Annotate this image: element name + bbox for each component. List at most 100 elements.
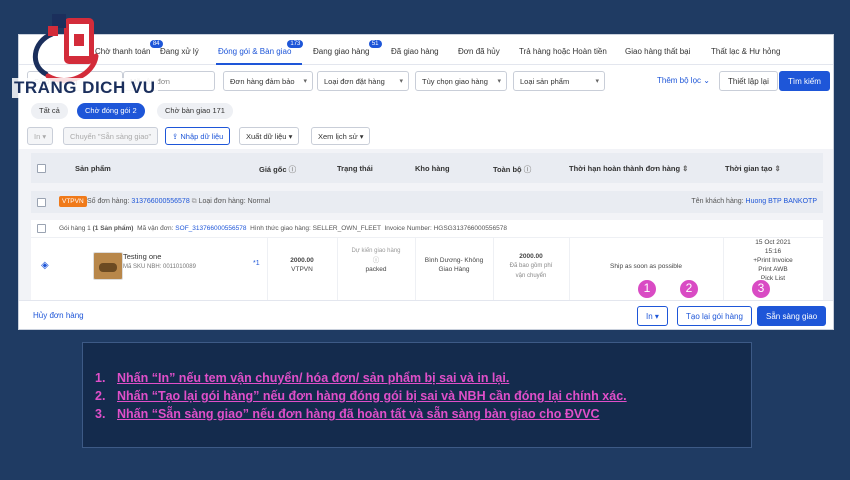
guaranteed-order-select[interactable]: Đơn hàng đảm bảo ▾ [223, 71, 313, 91]
tab-delivered[interactable]: Đã giao hàng [391, 47, 439, 56]
bulk-ready-button[interactable]: Chuyển "Sẵn sàng giao" [63, 127, 159, 145]
pill-awaiting-handover[interactable]: Chờ bàn giao 171 [157, 103, 233, 119]
customer-name-text: Tên khách hàng: Huong BTP BANKOTP [691, 198, 817, 205]
column-header-created[interactable]: Thời gian tạo ⇕ [725, 164, 781, 173]
column-divider [267, 238, 268, 300]
column-divider [723, 238, 724, 300]
header-label: Thời hạn hoàn thành đơn hàng [569, 164, 681, 173]
total-note-2: vận chuyển [515, 273, 547, 279]
marker-2: 2 [679, 279, 699, 299]
tab-packing-handover[interactable]: Đóng gói & Bàn giao 173 [218, 40, 304, 56]
chevron-down-icon: ▾ [359, 132, 364, 141]
shipping-label: Hình thức giao hàng: [250, 225, 311, 232]
print-awb-link[interactable]: Print AWB [758, 266, 787, 273]
tab-count-badge: 51 [368, 40, 382, 48]
print-invoice-link[interactable]: +Print Invoice [753, 257, 793, 264]
package-checkbox[interactable] [37, 224, 46, 233]
marker-1: 1 [637, 279, 657, 299]
created-time-cell: 15 Oct 2021 15:16 +Print Invoice Print AWB P… [725, 238, 821, 283]
column-header-deadline[interactable]: Thời hạn hoàn thành đơn hàng ⇕ [569, 164, 688, 173]
tab-label: Đang giao hàng [313, 47, 370, 56]
ready-to-ship-button[interactable]: Sẵn sàng giao [757, 306, 827, 326]
sort-icon: ⇕ [682, 164, 689, 173]
instruction-text: Nhấn “In” nếu tem vận chuyển/ hóa đơn/ s… [117, 371, 510, 385]
order-checkbox[interactable] [37, 198, 46, 207]
instruction-number: 1. [95, 371, 106, 385]
bulk-print-dropdown[interactable]: In ▾ [27, 127, 54, 145]
column-header-product: Sản phẩm [75, 164, 111, 173]
column-header-warehouse: Kho hàng [415, 164, 450, 173]
column-divider [569, 238, 570, 300]
instruction-item: 2. Nhấn “Tạo lại gói hàng” nếu đơn hàng đ… [95, 387, 751, 405]
import-button[interactable]: ⇪ Nhập dữ liệu [165, 127, 231, 145]
export-dropdown[interactable]: Xuất dữ liệu ▾ [239, 127, 300, 145]
total-value: 2000.00 [519, 253, 543, 260]
header-label: Toàn bộ [493, 165, 522, 174]
order-type-select[interactable]: Loại đơn đặt hàng ▾ [317, 71, 409, 91]
deadline-cell: Ship as soon as possible [610, 263, 682, 270]
tab-label: Đóng gói & Bàn giao [218, 47, 292, 56]
instructions-list: 1. Nhấn “In” nếu tem vận chuyển/ hóa đơn/… [83, 343, 751, 423]
tab-lost-damaged[interactable]: Thất lạc & Hư hỏng [711, 47, 780, 56]
cancel-order-link[interactable]: Hủy đơn hàng [33, 311, 84, 320]
column-divider [415, 238, 416, 300]
tab-label: Đơn đã hủy [458, 47, 500, 56]
header-label: Giá gốc [259, 165, 287, 174]
button-label: In [34, 132, 41, 141]
order-type-label: Loại đơn hàng: [198, 198, 246, 205]
invoice-value: HGSG313766000556578 [433, 225, 507, 232]
select-value: Loại sản phẩm [520, 77, 570, 86]
tab-failed-delivery[interactable]: Giao hàng thất bại [625, 47, 690, 56]
chevron-down-icon: ▾ [288, 132, 293, 141]
product-type-select[interactable]: Loại sản phẩm ▾ [513, 71, 605, 91]
tab-label: Thất lạc & Hư hỏng [711, 47, 781, 56]
warehouse-cell: Bình Dương- Không Giao Hàng [417, 256, 491, 274]
button-label: In [646, 312, 653, 321]
created-date: 15 Oct 2021 [755, 239, 791, 246]
column-divider [493, 238, 494, 300]
print-dropdown-button[interactable]: In ▾ [637, 306, 668, 326]
tab-processing[interactable]: Đang xử lý [160, 47, 199, 56]
order-footer: Hủy đơn hàng In ▾ Tạo lại gói hàng Sẵn s… [19, 300, 833, 329]
customer-label: Tên khách hàng: [691, 198, 744, 205]
chevron-down-icon: ▾ [654, 312, 659, 321]
created-time: 15:16 [764, 248, 782, 255]
select-value: Đơn hàng đảm bảo [230, 77, 295, 86]
instruction-text: Nhấn “Tạo lại gói hàng” nếu đơn hàng đón… [117, 389, 627, 403]
tab-returns[interactable]: Trả hàng hoặc Hoàn tiền [519, 47, 607, 56]
select-all-checkbox[interactable] [37, 164, 46, 173]
total-note-1: Đã bao gồm phí [509, 263, 553, 269]
total-cell: 2000.00 Đã bao gồm phí vận chuyển [495, 252, 567, 281]
logo-text: TRANG DICH VU [12, 78, 158, 98]
delivery-option-select[interactable]: Tùy chọn giao hàng ▾ [415, 71, 507, 91]
copy-icon[interactable]: ⧉ [192, 198, 197, 205]
chevron-down-icon: ▾ [303, 78, 307, 85]
product-name[interactable]: Testing one [123, 252, 161, 261]
price-currency: VTPVN [291, 266, 313, 273]
reset-button[interactable]: Thiết lập lại [719, 71, 778, 91]
repack-button[interactable]: Tạo lại gói hàng [677, 306, 752, 326]
info-icon: ⓘ [523, 165, 532, 174]
column-header-total: Toàn bộ ⓘ [493, 164, 531, 175]
order-number-link[interactable]: 313766000556578 [131, 198, 189, 205]
order-item-row: ◈ Testing one Mã SKU NBH: 0011010089 *1 … [31, 238, 823, 300]
tracking-link[interactable]: SOF_313766000556578 [175, 225, 246, 232]
tracking-label: Mã vận đơn: [137, 225, 174, 232]
pill-awaiting-packing[interactable]: Chờ đóng gói 2 [77, 103, 145, 119]
button-label: Nhập dữ liệu [180, 132, 224, 141]
button-label: Xem lịch sử [318, 132, 358, 141]
select-value: Tùy chọn giao hàng [422, 77, 488, 86]
search-button[interactable]: Tìm kiếm [779, 71, 830, 91]
tab-shipping[interactable]: Đang giao hàng 51 [313, 40, 382, 56]
order-number-text: Số đơn hàng: 313766000556578 ⧉ Loại đơn … [87, 198, 270, 206]
tab-cancelled[interactable]: Đơn đã hủy [458, 47, 500, 56]
customer-link[interactable]: Huong BTP BANKOTP [746, 198, 817, 205]
pill-all[interactable]: Tất cả [31, 103, 68, 119]
history-dropdown[interactable]: Xem lịch sử ▾ [311, 127, 371, 145]
tab-label: Đã giao hàng [391, 47, 439, 56]
product-thumbnail [93, 252, 123, 280]
price-value: 2000.00 [290, 257, 314, 264]
warehouse-line-1: Bình Dương- Không [424, 257, 484, 264]
more-filters-link[interactable]: Thêm bộ lọc ⌄ [657, 76, 710, 85]
tab-label: Đang xử lý [160, 47, 199, 56]
